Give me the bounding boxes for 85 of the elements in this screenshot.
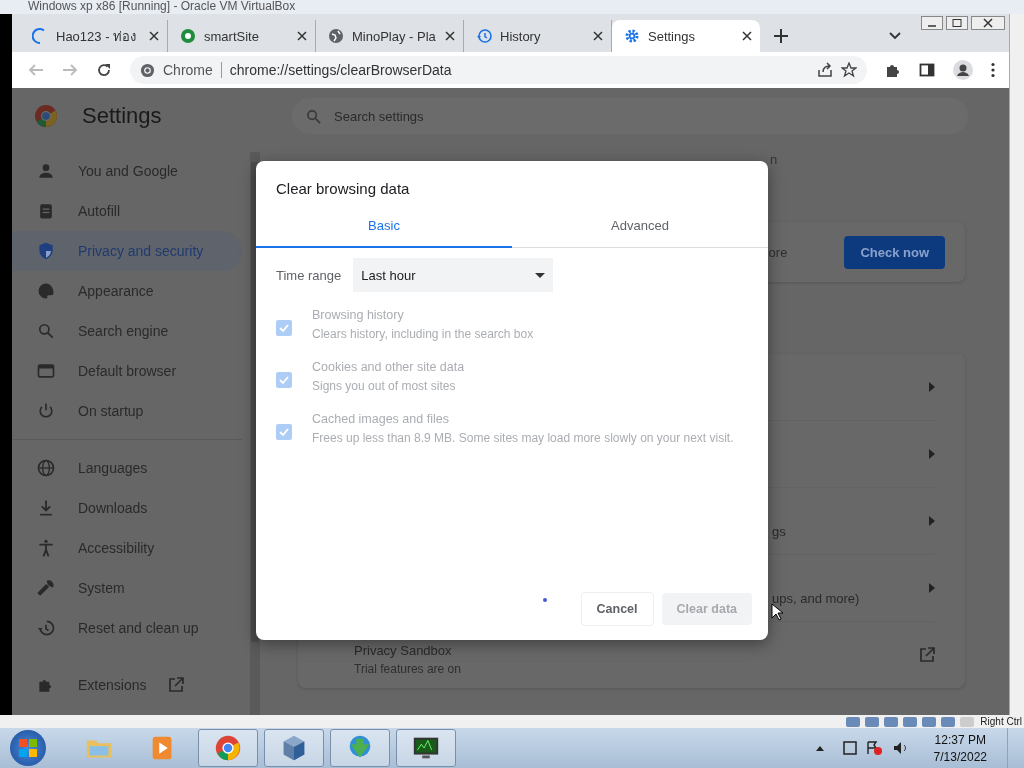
menu-icon[interactable]	[991, 62, 995, 78]
search-icon	[36, 321, 56, 341]
option-title: Cookies and other site data	[312, 360, 465, 374]
maximize-icon[interactable]	[946, 16, 968, 30]
close-icon[interactable]	[742, 31, 752, 41]
sidebar-item[interactable]: Appearance	[12, 271, 242, 311]
close-icon[interactable]	[149, 31, 159, 41]
browser-tab[interactable]: Settings	[612, 20, 760, 52]
sidebar-item[interactable]: Downloads	[12, 488, 242, 528]
external-link-icon[interactable]	[919, 647, 935, 663]
search-field[interactable]: Search settings	[292, 98, 968, 134]
chrome-logo-icon	[140, 62, 155, 78]
checkmark-icon	[278, 374, 290, 386]
search-icon	[306, 109, 321, 124]
restore-icon	[36, 618, 56, 638]
puzzle-icon[interactable]	[885, 62, 901, 78]
sidebar-item[interactable]: Accessibility	[12, 528, 242, 568]
sidebar-item[interactable]: Autofill	[12, 191, 242, 231]
row-title: ups, and more)	[772, 590, 861, 606]
option-title: Cached images and files	[312, 412, 450, 426]
sidebar-item[interactable]: On startup	[12, 391, 242, 431]
start-button[interactable]	[10, 730, 46, 766]
site-icon	[180, 28, 196, 44]
scrollbar[interactable]	[1009, 14, 1024, 715]
sidebar-item[interactable]: Languages	[12, 448, 242, 488]
taskbar-app-button[interactable]	[396, 729, 456, 767]
close-icon[interactable]	[297, 31, 307, 41]
clock-date: 7/13/2022	[933, 749, 987, 764]
chrome-icon	[213, 733, 243, 763]
close-icon[interactable]	[445, 31, 455, 41]
globe-icon	[36, 458, 56, 478]
browser-icon	[36, 361, 56, 381]
gear-icon	[624, 28, 640, 44]
windows-logo-icon	[18, 738, 38, 758]
row-title: Privacy Sandbox	[354, 642, 453, 658]
shield-icon	[36, 241, 56, 261]
sidebar-item[interactable]: Privacy and security	[12, 231, 242, 271]
globe-icon	[328, 28, 344, 44]
sidebar-item[interactable]: You and Google	[12, 151, 242, 191]
page-title: Settings	[82, 103, 163, 129]
window-title: Windows xp x86 [Running] - Oracle VM VirtualBox	[0, 0, 1024, 14]
caret-down-icon	[535, 272, 546, 278]
caret-right-icon[interactable]	[929, 449, 935, 459]
chevron-down-icon[interactable]	[889, 32, 901, 40]
minimize-icon[interactable]	[921, 16, 943, 30]
sidebar-item[interactable]: Search engine	[12, 311, 242, 351]
share-icon[interactable]	[817, 62, 833, 78]
reload-icon[interactable]	[96, 62, 112, 78]
person-icon	[36, 161, 56, 181]
star-icon[interactable]	[841, 62, 857, 78]
card-text: ore	[768, 244, 788, 260]
side-panel-icon[interactable]	[919, 62, 935, 78]
taskbar-app-button[interactable]	[264, 729, 324, 767]
close-icon[interactable]	[593, 31, 603, 41]
option-description: Frees up less than 8.9 MB. Some sites may load more slowly on your next visit.	[312, 430, 734, 447]
accessibility-icon	[36, 538, 56, 558]
dialog-title: Clear browsing data	[275, 179, 411, 199]
check-now-button[interactable]: Check now	[844, 235, 945, 269]
clock-time: 12:37 PM	[934, 732, 986, 747]
field-label: Time range	[276, 267, 342, 283]
sidebar-item[interactable]: Reset and clean up	[12, 608, 242, 648]
close-icon[interactable]	[971, 16, 1005, 30]
loading-spinner-icon	[542, 598, 547, 602]
sidebar-item[interactable]: Extensions	[12, 665, 242, 705]
sidebar-item[interactable]: Default browser	[12, 351, 242, 391]
chrome-logo-icon	[34, 104, 58, 128]
row-title: gs	[772, 523, 787, 539]
checkmark-icon	[278, 426, 290, 438]
caret-right-icon[interactable]	[929, 516, 935, 526]
option-title: Browsing history	[312, 308, 405, 322]
caret-right-icon[interactable]	[929, 382, 935, 392]
row-subtitle: Trial features are on	[354, 661, 462, 676]
profile-icon[interactable]	[953, 60, 973, 80]
external-link-icon	[168, 677, 185, 693]
option-description: Clears history, including in the search box	[312, 326, 534, 343]
address-bar[interactable]: Chrome chrome://settings/clearBrowserData	[130, 56, 867, 84]
plus-icon[interactable]	[774, 29, 788, 43]
origin-label: Chrome	[163, 62, 213, 78]
checkmark-icon	[278, 322, 290, 334]
option-description: Signs you out of most sites	[312, 378, 457, 395]
caret-right-icon[interactable]	[929, 583, 935, 593]
sidebar-item[interactable]: System	[12, 568, 242, 608]
url-text: chrome://settings/clearBrowserData	[229, 62, 452, 78]
host-key-label: Right Ctrl	[980, 716, 1022, 727]
history-icon	[476, 28, 492, 44]
